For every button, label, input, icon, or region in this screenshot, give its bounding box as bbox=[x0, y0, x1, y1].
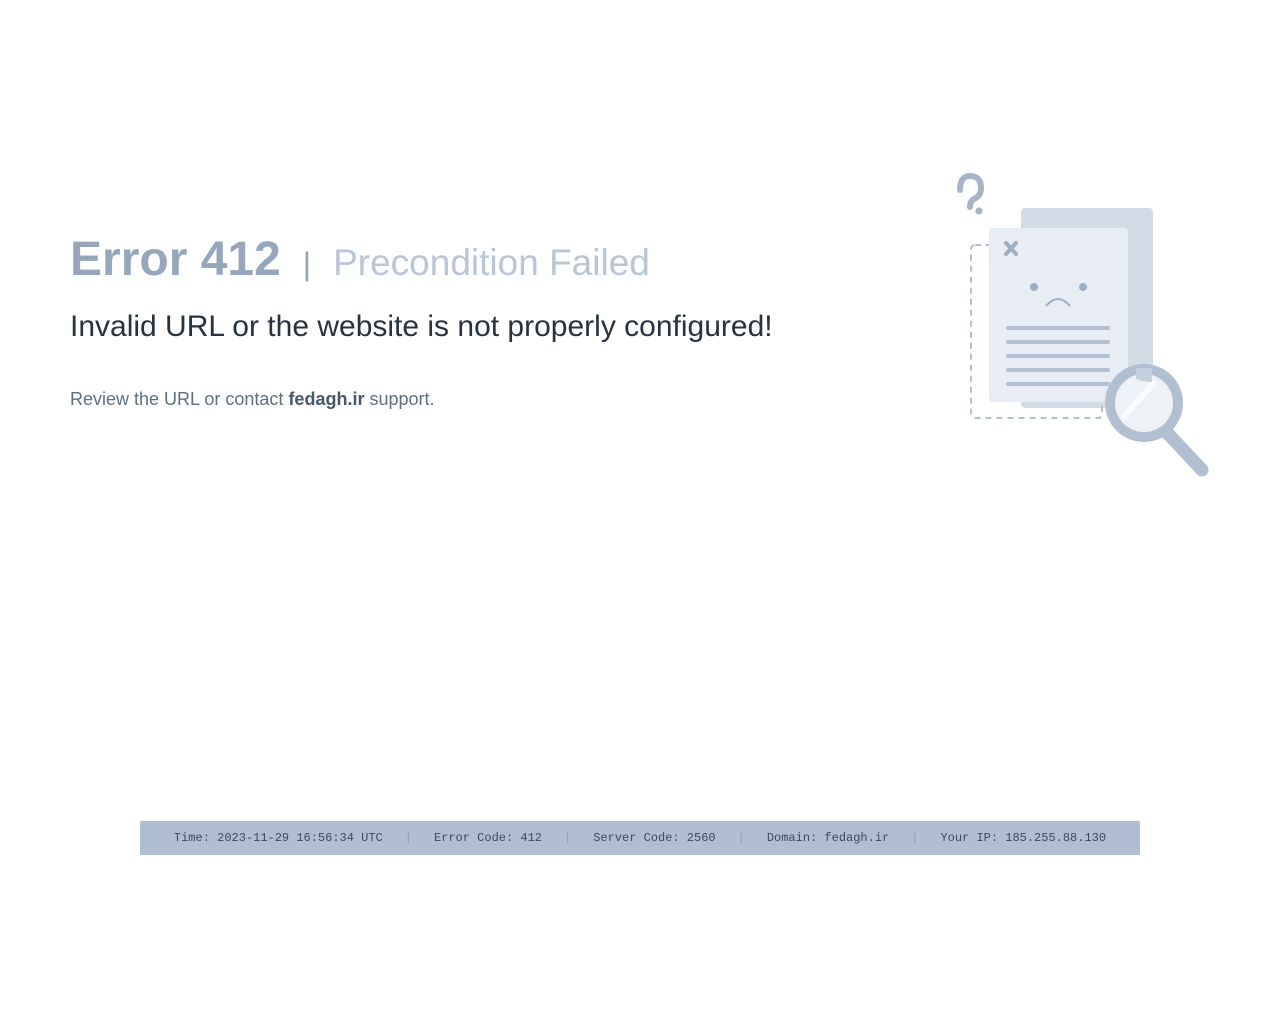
footer-time: Time: 2023-11-29 16:56:34 UTC bbox=[173, 831, 383, 845]
footer-separator: | bbox=[737, 831, 745, 845]
error-heading: Error 412 | Precondition Failed bbox=[70, 232, 650, 287]
footer-separator: | bbox=[404, 831, 412, 845]
document-not-found-icon bbox=[957, 172, 1209, 477]
error-hint: Review the URL or contact fedagh.ir supp… bbox=[70, 389, 435, 410]
heading-separator: | bbox=[302, 246, 312, 282]
question-mark-icon bbox=[957, 172, 985, 215]
hint-domain: fedagh.ir bbox=[288, 389, 365, 409]
footer-error-code: Error Code: 412 bbox=[433, 831, 542, 845]
hint-suffix: support. bbox=[364, 389, 435, 409]
footer-ip: Your IP: 185.255.88.130 bbox=[940, 831, 1107, 845]
error-message: Invalid URL or the website is not proper… bbox=[70, 310, 773, 343]
footer-bar: Time: 2023-11-29 16:56:34 UTC | Error Co… bbox=[140, 821, 1140, 855]
footer-separator: | bbox=[911, 831, 919, 845]
magnifier-icon bbox=[1105, 364, 1209, 477]
footer-separator: | bbox=[563, 831, 572, 845]
error-code: Error 412 bbox=[70, 233, 281, 286]
footer-server-code: Server Code: 2560 bbox=[593, 831, 716, 845]
hint-prefix: Review the URL or contact bbox=[70, 389, 289, 409]
footer-domain: Domain: fedagh.ir bbox=[766, 831, 890, 845]
error-title: Precondition Failed bbox=[333, 242, 650, 283]
